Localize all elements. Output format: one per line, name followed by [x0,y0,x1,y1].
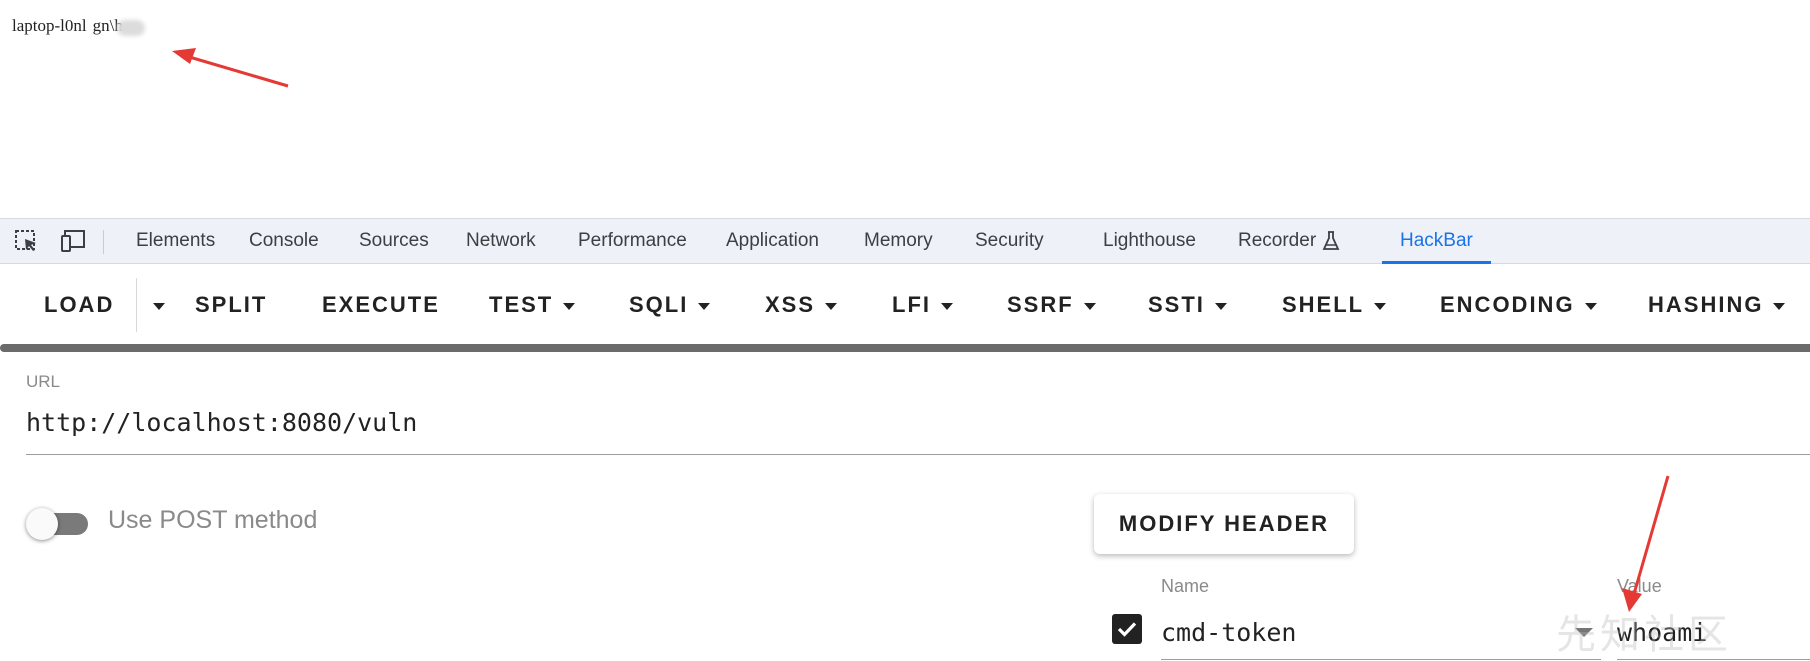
ssrf-menu-button[interactable]: SSRF [1007,288,1096,322]
url-label: URL [26,372,61,391]
devtools-tab-strip: Elements Console Sources Network Perform… [0,218,1810,264]
url-underline [26,454,1810,455]
tab-application[interactable]: Application [726,219,819,263]
encoding-menu-label: ENCODING [1440,292,1575,317]
hostname-text: laptop-l0nl [12,16,87,35]
name-underline [1161,659,1601,660]
sqli-menu-label: SQLI [629,292,689,317]
tab-security[interactable]: Security [975,219,1044,263]
hashing-menu-button[interactable]: HASHING [1648,288,1786,322]
xss-menu-button[interactable]: XSS [765,288,838,322]
hackbar-toolbar: LOAD SPLIT EXECUTE TEST SQLI XSS LFI SSR… [0,264,1810,344]
chevron-down-icon [698,302,711,310]
tab-hackbar[interactable]: HackBar [1382,219,1491,264]
chevron-down-icon [1374,302,1387,310]
encoding-menu-button[interactable]: ENCODING [1440,288,1597,322]
sqli-menu-button[interactable]: SQLI [629,288,711,322]
tab-lighthouse[interactable]: Lighthouse [1103,219,1196,263]
load-dropdown-button[interactable] [143,288,165,322]
chevron-down-icon [1083,302,1096,310]
tab-network[interactable]: Network [466,219,536,263]
header-value-label: Value [1617,576,1662,596]
post-method-label: Use POST method [108,506,318,534]
redaction-blur [117,20,145,36]
lfi-menu-label: LFI [892,292,931,317]
device-toolbar-icon[interactable] [60,229,86,253]
chevron-down-icon [1584,302,1597,310]
lfi-menu-button[interactable]: LFI [892,288,953,322]
ssrf-menu-label: SSRF [1007,292,1074,317]
chevron-down-icon [941,302,953,310]
chevron-down-icon [153,302,165,310]
load-button[interactable]: LOAD [44,288,114,322]
toggle-knob [26,508,58,540]
split-button[interactable]: SPLIT [195,288,267,322]
tab-console[interactable]: Console [249,219,319,263]
header-name-label: Name [1161,576,1210,596]
load-divider [136,278,137,332]
flask-icon [1322,231,1340,250]
test-menu-label: TEST [489,292,554,317]
shell-menu-label: SHELL [1282,292,1365,317]
chevron-down-icon [1214,302,1227,310]
tab-memory[interactable]: Memory [864,219,933,263]
hashing-menu-label: HASHING [1648,292,1764,317]
ssti-menu-label: SSTI [1148,292,1205,317]
page-output-text: laptop-l0nl gn\h [12,16,123,36]
arrow-top-annotation [172,48,289,88]
inspect-element-icon[interactable] [14,229,40,253]
checkmark-icon [1117,622,1137,637]
toolbar-divider [103,230,104,254]
tab-elements[interactable]: Elements [136,219,215,263]
url-input[interactable]: http://localhost:8080/vuln [26,408,417,437]
test-menu-button[interactable]: TEST [489,288,576,322]
header-name-input[interactable]: cmd-token [1161,618,1296,647]
tab-sources[interactable]: Sources [359,219,429,263]
ssti-menu-button[interactable]: SSTI [1148,288,1227,322]
shell-menu-button[interactable]: SHELL [1282,288,1387,322]
post-method-toggle[interactable] [26,508,90,540]
header-enabled-checkbox[interactable] [1112,614,1142,644]
chevron-down-icon [1773,302,1786,310]
tab-recorder-label: Recorder [1238,230,1317,251]
chevron-down-icon [825,302,838,310]
toolbar-scrollbar[interactable] [0,344,1810,352]
modify-header-button[interactable]: MODIFY HEADER [1094,494,1354,554]
tab-recorder[interactable]: Recorder [1238,219,1340,263]
watermark-text: 先知社区 [1556,612,1732,658]
tab-performance[interactable]: Performance [578,219,687,263]
execute-button[interactable]: EXECUTE [322,288,440,322]
chevron-down-icon [563,302,576,310]
xss-menu-label: XSS [765,292,816,317]
